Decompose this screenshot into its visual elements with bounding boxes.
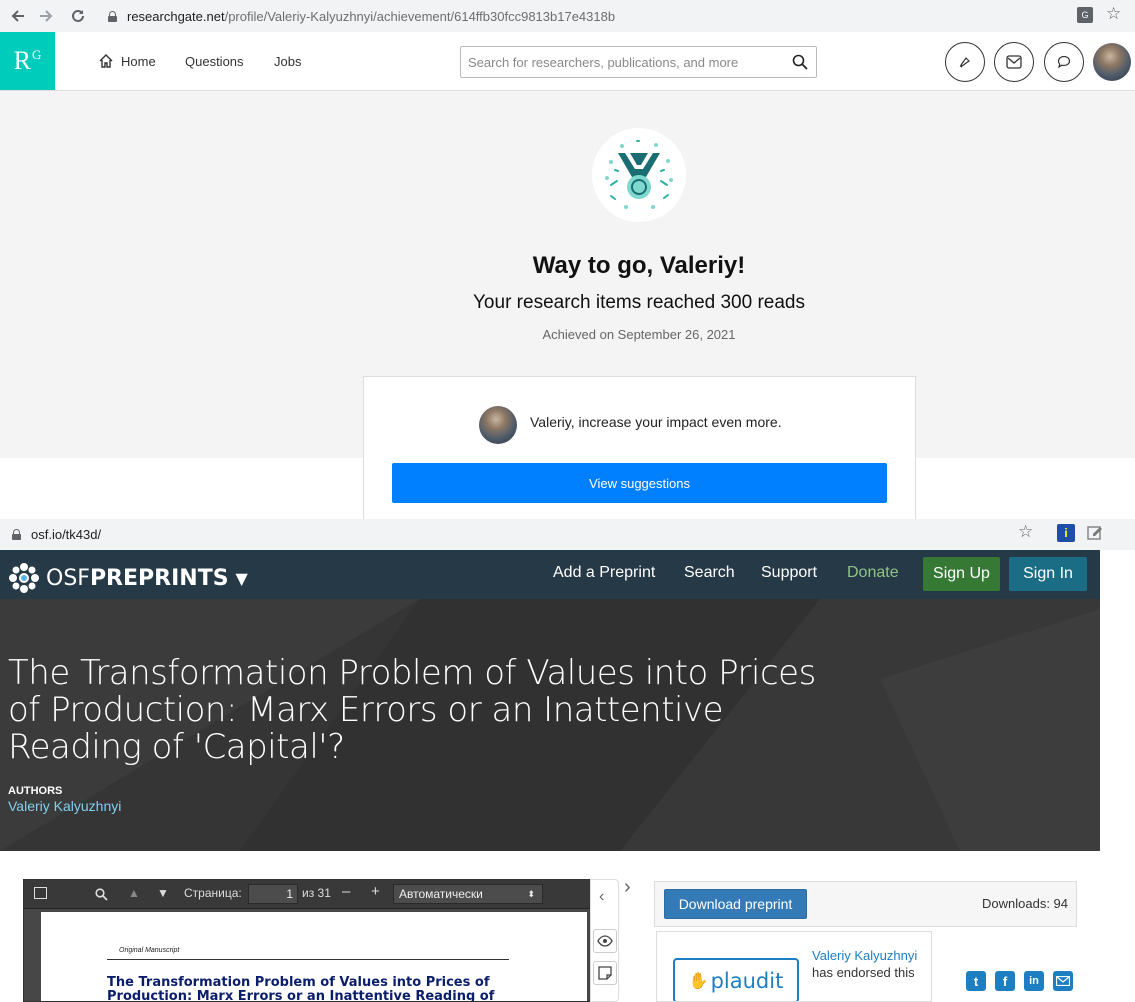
previous-page-icon[interactable]: ▲	[128, 886, 140, 900]
plaudit-widget: ✋ plaudit Valeriy Kalyuzhnyi has endorsed…	[656, 931, 932, 1002]
plaudit-logo[interactable]: ✋ plaudit	[673, 958, 799, 1001]
bookmark-star-icon[interactable]: ☆	[1106, 4, 1121, 24]
plaudit-endorsement: Valeriy Kalyuzhnyi has endorsed this	[812, 947, 922, 981]
caret-down-icon[interactable]: ▼	[236, 569, 248, 588]
author-link[interactable]: Valeriy Kalyuzhnyi	[8, 798, 121, 814]
translate-icon[interactable]: G	[1077, 7, 1093, 23]
select-arrows-icon: ⬍	[527, 889, 535, 899]
card-avatar	[479, 406, 517, 444]
achievement-title: Way to go, Valeriy!	[532, 252, 746, 279]
address-bar[interactable]: researchgate.net/profile/Valeriy-Kalyuzh…	[108, 3, 1068, 29]
nav-add-preprint[interactable]: Add a Preprint	[553, 564, 655, 582]
search-icon[interactable]	[792, 54, 808, 70]
endorsement-text: has endorsed this	[812, 965, 915, 980]
pdf-rule	[107, 959, 509, 960]
url-path: /profile/Valeriy-Kalyuzhnyi/achievement/…	[224, 8, 616, 24]
user-avatar[interactable]	[1093, 43, 1131, 81]
search-placeholder: Search for researchers, publications, an…	[468, 54, 739, 70]
extension-info-icon[interactable]: i	[1057, 524, 1075, 542]
lock-icon	[108, 10, 117, 22]
medal-badge	[592, 128, 686, 222]
messages-button[interactable]	[994, 42, 1034, 82]
zoom-in-icon[interactable]: +	[371, 883, 380, 900]
nav-home-label: Home	[121, 53, 156, 69]
achievement-date: Achieved on September 26, 2021	[542, 327, 736, 342]
twitter-icon[interactable]: t	[966, 971, 986, 991]
nav-questions[interactable]: Questions	[185, 32, 244, 90]
preprint-title: The Transformation Problem of Values int…	[8, 653, 816, 767]
nav-donate[interactable]: Donate	[847, 564, 899, 582]
pdf-original-label: Original Manuscript	[119, 947, 180, 954]
rg-logo-r: R	[13, 46, 31, 75]
back-icon[interactable]	[6, 4, 30, 28]
address-bar-osf[interactable]: osf.io/tk43d/	[12, 521, 1042, 547]
nav-jobs[interactable]: Jobs	[274, 32, 301, 90]
page-total: из 31	[302, 886, 331, 900]
download-preprint-button[interactable]: Download preprint	[664, 889, 807, 919]
nav-support[interactable]: Support	[761, 564, 817, 582]
osf-brand[interactable]: OSF PREPRINTS ▼	[8, 562, 248, 594]
authors-label: AUTHORS	[8, 785, 63, 797]
reload-icon[interactable]	[66, 4, 90, 28]
sidebar-toggle-icon[interactable]	[34, 887, 47, 899]
downloads-count: Downloads: 94	[982, 896, 1068, 911]
pdf-viewer[interactable]: ▲ ▼ Страница: 1 из 31 – + Автоматически …	[23, 879, 591, 1002]
bell-icon	[959, 57, 970, 68]
zoom-value: Автоматически	[399, 887, 483, 901]
osf-logo-icon	[9, 563, 39, 593]
chevron-left-icon[interactable]: ‹	[599, 888, 604, 906]
endorser-link[interactable]: Valeriy Kalyuzhnyi	[812, 948, 917, 963]
extension-edit-icon[interactable]	[1087, 524, 1105, 542]
note-icon	[598, 966, 612, 980]
url-host: researchgate.net	[127, 8, 225, 24]
url-osf: osf.io/tk43d/	[31, 526, 102, 542]
zoom-select[interactable]: Автоматически ⬍	[393, 884, 543, 904]
nav-home[interactable]: Home	[98, 32, 156, 90]
preprint-header: The Transformation Problem of Values int…	[0, 599, 1100, 851]
mail-icon	[1006, 55, 1022, 69]
sign-up-button[interactable]: Sign Up	[923, 557, 1000, 591]
page-label: Страница:	[184, 886, 242, 900]
sign-in-button[interactable]: Sign In	[1009, 557, 1087, 591]
bookmark-star-icon[interactable]: ☆	[1018, 522, 1033, 542]
plaudit-wordmark: plaudit	[710, 968, 784, 993]
linkedin-icon[interactable]: in	[1024, 971, 1044, 991]
osf-navbar: OSF PREPRINTS ▼ Add a Preprint Search Sup…	[0, 550, 1100, 599]
download-panel: Download preprint Downloads: 94	[654, 881, 1077, 927]
eye-icon	[597, 935, 613, 947]
clap-icon: ✋	[688, 971, 709, 990]
impact-card-text: Valeriy, increase your impact even more.	[530, 414, 782, 430]
home-icon	[99, 54, 113, 68]
view-button[interactable]	[593, 929, 617, 953]
lock-icon	[12, 528, 21, 540]
rg-header: RG Home Questions Jobs Search for resear…	[0, 32, 1135, 91]
osf-brand-light: OSF	[46, 565, 90, 591]
forward-icon[interactable]	[34, 4, 58, 28]
nav-search[interactable]: Search	[684, 564, 735, 582]
pdf-toolbar: ▲ ▼ Страница: 1 из 31 – + Автоматически …	[24, 880, 590, 909]
pdf-side-panel: ‹	[590, 879, 619, 1002]
search-input[interactable]: Search for researchers, publications, an…	[460, 46, 817, 78]
email-icon[interactable]	[1053, 971, 1073, 991]
notifications-button[interactable]	[945, 42, 985, 82]
facebook-icon[interactable]: f	[995, 971, 1015, 991]
annotate-button[interactable]	[593, 961, 617, 985]
chat-button[interactable]	[1044, 42, 1084, 82]
find-icon[interactable]	[95, 888, 108, 901]
medal-icon	[605, 140, 673, 209]
next-page-icon[interactable]: ▼	[157, 886, 169, 900]
page-number-input[interactable]: 1	[248, 884, 298, 904]
chat-icon	[1057, 55, 1071, 69]
osf-brand-bold: PREPRINTS	[89, 565, 229, 591]
pdf-heading: The Transformation Problem of Values int…	[107, 975, 495, 1002]
rg-logo-g: G	[31, 47, 42, 62]
chevron-right-icon[interactable]: ›	[624, 876, 631, 899]
rg-logo[interactable]: RG	[0, 32, 55, 90]
view-suggestions-button[interactable]: View suggestions	[392, 463, 887, 503]
achievement-subtitle: Your research items reached 300 reads	[473, 292, 805, 313]
zoom-out-icon[interactable]: –	[342, 883, 350, 900]
pdf-page: Original Manuscript The Transformation P…	[41, 912, 587, 1002]
